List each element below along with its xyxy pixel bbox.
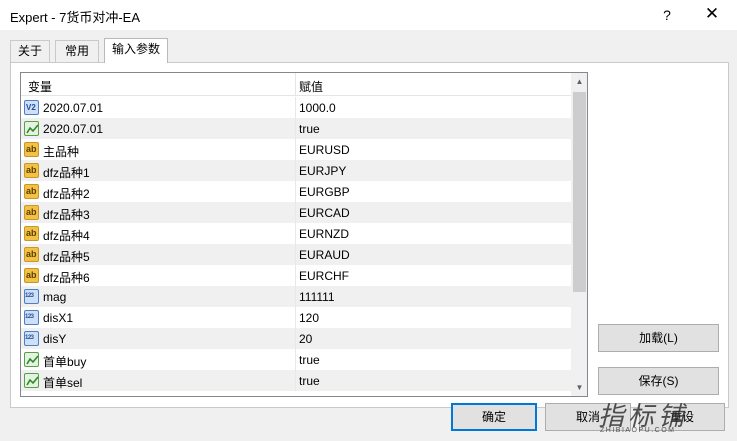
- column-divider: [295, 244, 296, 265]
- string-icon: [24, 205, 39, 220]
- variable-name: 首单sel: [43, 376, 83, 390]
- variable-name: 2020.07.01: [43, 101, 104, 115]
- vertical-scrollbar[interactable]: ▲ ▼: [571, 73, 587, 396]
- table-row[interactable]: dfz品种6 EURCHF: [21, 265, 571, 286]
- string-icon: [24, 247, 39, 262]
- header-divider: [295, 73, 296, 96]
- column-divider: [295, 160, 296, 181]
- header-value[interactable]: 赋值: [299, 78, 323, 95]
- ok-button[interactable]: 确定: [451, 403, 537, 431]
- variable-name: 主品种: [43, 145, 80, 159]
- column-divider: [295, 97, 296, 118]
- title-bar: Expert - 7货币对冲-EA ? ✕: [0, 0, 737, 30]
- variable-value[interactable]: EURAUD: [299, 248, 350, 262]
- variable-name: dfz品种2: [43, 187, 90, 201]
- column-divider: [295, 328, 296, 349]
- variable-name: dfz品种1: [43, 166, 90, 180]
- string-icon: [24, 268, 39, 283]
- integer-icon: [24, 289, 39, 304]
- column-divider: [295, 286, 296, 307]
- watermark-subtext: ZHIBIAOPU.COM: [600, 427, 676, 434]
- table-row[interactable]: dfz品种2 EURGBP: [21, 181, 571, 202]
- column-divider: [295, 307, 296, 328]
- table-row[interactable]: 首单sel true: [21, 370, 571, 391]
- table-row[interactable]: 首单buy true: [21, 349, 571, 370]
- header-variable[interactable]: 变量: [28, 78, 52, 95]
- table-row[interactable]: disX1 120: [21, 307, 571, 328]
- variable-name: disX1: [43, 311, 74, 325]
- table-row[interactable]: disY 20: [21, 328, 571, 349]
- variable-value[interactable]: EURGBP: [299, 185, 350, 199]
- table-row[interactable]: dfz品种5 EURAUD: [21, 244, 571, 265]
- variable-name: 2020.07.01: [43, 122, 104, 136]
- variable-value[interactable]: EURJPY: [299, 164, 346, 178]
- table-row[interactable]: 2020.07.01 1000.0: [21, 97, 571, 118]
- save-button[interactable]: 保存(S): [598, 367, 719, 395]
- variable-name: mag: [43, 290, 67, 304]
- boolean-icon: [24, 373, 39, 388]
- string-icon: [24, 226, 39, 241]
- variable-value[interactable]: EURCAD: [299, 206, 350, 220]
- column-divider: [295, 139, 296, 160]
- variable-value[interactable]: 1000.0: [299, 101, 336, 115]
- table-row[interactable]: 主品种 EURUSD: [21, 139, 571, 160]
- variable-name: 首单buy: [43, 355, 87, 369]
- column-divider: [295, 181, 296, 202]
- column-divider: [295, 118, 296, 139]
- variable-value[interactable]: EURNZD: [299, 227, 349, 241]
- input-parameters-list[interactable]: 变量 赋值 2020.07.01 1000.0 2020.07.01 true 主品种 E…: [20, 72, 588, 397]
- variable-value[interactable]: EURCHF: [299, 269, 349, 283]
- variable-name: disY: [43, 332, 67, 346]
- column-divider: [295, 223, 296, 244]
- table-row[interactable]: mag 111111: [21, 286, 571, 307]
- scroll-down-icon[interactable]: ▼: [571, 379, 587, 396]
- window-title: Expert - 7货币对冲-EA: [10, 10, 141, 25]
- boolean-icon: [24, 352, 39, 367]
- integer-icon: [24, 331, 39, 346]
- variable-name: dfz品种4: [43, 229, 90, 243]
- variable-value[interactable]: true: [299, 374, 320, 388]
- boolean-icon: [24, 121, 39, 136]
- string-icon: [24, 184, 39, 199]
- column-divider: [295, 265, 296, 286]
- list-header: 变量 赋值: [21, 73, 571, 96]
- table-row[interactable]: dfz品种3 EURCAD: [21, 202, 571, 223]
- scroll-thumb[interactable]: [573, 92, 586, 292]
- variable-value[interactable]: 20: [299, 332, 312, 346]
- column-divider: [295, 202, 296, 223]
- variable-name: dfz品种6: [43, 271, 90, 285]
- table-row[interactable]: 2020.07.01 true: [21, 118, 571, 139]
- tab-about[interactable]: 关于: [10, 40, 50, 62]
- column-divider: [295, 370, 296, 391]
- variable-value[interactable]: 111111: [299, 290, 335, 304]
- string-icon: [24, 142, 39, 157]
- load-button[interactable]: 加载(L): [598, 324, 719, 352]
- version-icon: [24, 100, 39, 115]
- tab-inputs[interactable]: 输入参数: [104, 38, 168, 63]
- watermark-logo: 指标铺 ZHIBIAOPU.COM: [590, 396, 735, 441]
- tab-common[interactable]: 常用: [55, 40, 99, 62]
- variable-value[interactable]: 120: [299, 311, 319, 325]
- string-icon: [24, 163, 39, 178]
- table-row[interactable]: dfz品种4 EURNZD: [21, 223, 571, 244]
- column-divider: [295, 349, 296, 370]
- integer-icon: [24, 310, 39, 325]
- variable-name: dfz品种3: [43, 208, 90, 222]
- variable-name: dfz品种5: [43, 250, 90, 264]
- variable-value[interactable]: EURUSD: [299, 143, 350, 157]
- table-row[interactable]: dfz品种1 EURJPY: [21, 160, 571, 181]
- close-button[interactable]: ✕: [697, 0, 727, 30]
- variable-value[interactable]: true: [299, 122, 320, 136]
- help-button[interactable]: ?: [652, 0, 682, 30]
- scroll-up-icon[interactable]: ▲: [571, 73, 587, 90]
- variable-value[interactable]: true: [299, 353, 320, 367]
